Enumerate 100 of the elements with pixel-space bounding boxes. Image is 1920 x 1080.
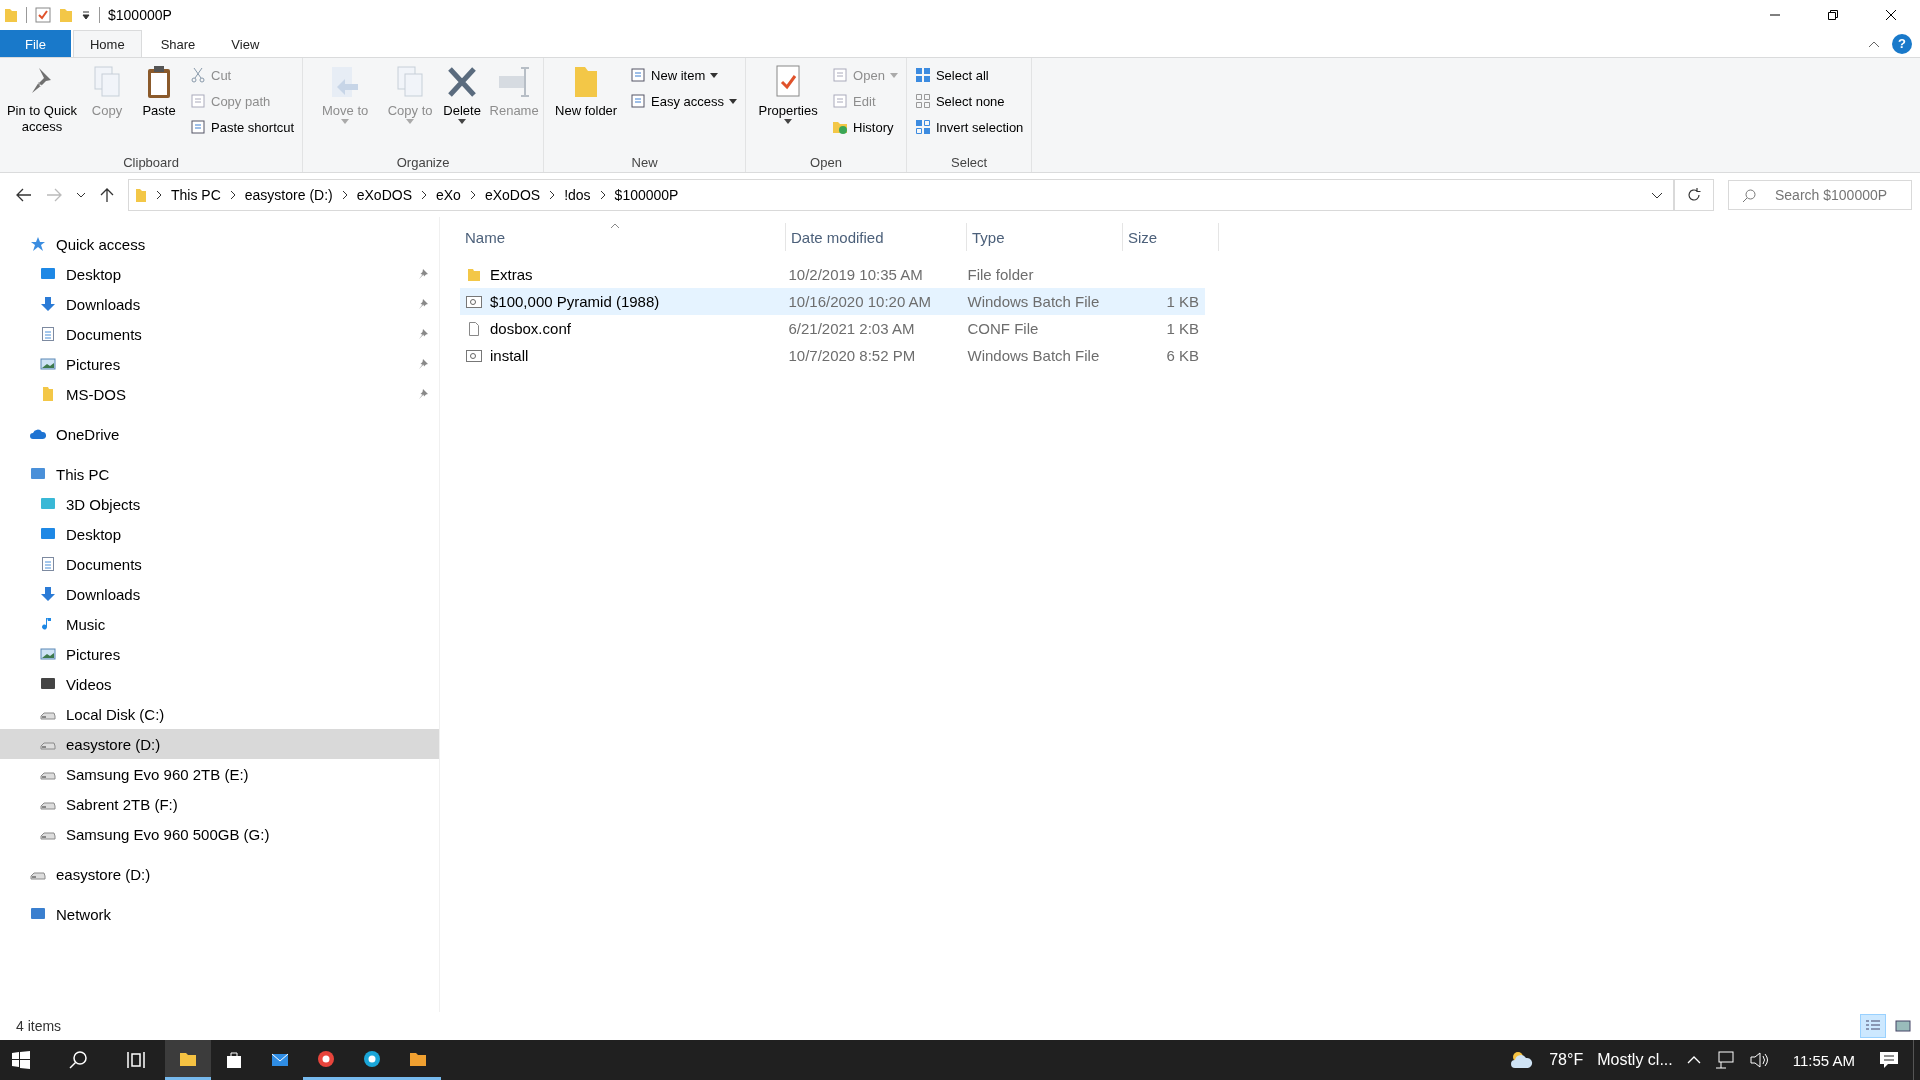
chevron-right-icon[interactable] (469, 190, 476, 200)
chevron-right-icon[interactable] (599, 190, 606, 200)
file-icon (466, 320, 482, 337)
file-row[interactable]: install 10/7/2020 8:52 PM Windows Batch File 6 KB (460, 342, 1205, 369)
nav-item[interactable]: Samsung Evo 960 2TB (E:) (0, 759, 439, 789)
nav-item[interactable]: Documents (0, 549, 439, 579)
weather-text[interactable]: Mostly cl... (1597, 1051, 1673, 1069)
new-item-icon (630, 67, 647, 83)
ribbon-button[interactable]: Delete (437, 62, 488, 155)
column-header[interactable]: Size (1123, 223, 1219, 251)
chevron-down-icon[interactable] (1651, 191, 1663, 199)
search-field[interactable]: Search $100000P (1728, 180, 1912, 210)
documents-icon (40, 556, 56, 572)
nav-item[interactable]: Documents (0, 319, 439, 349)
ribbon-button[interactable]: New item (630, 64, 738, 86)
ribbon-button[interactable]: Select none (914, 90, 1024, 112)
nav-item[interactable]: Downloads (0, 579, 439, 609)
ribbon-tab[interactable]: View (214, 30, 277, 57)
pin-icon[interactable] (417, 268, 429, 280)
pin-icon[interactable] (417, 358, 429, 370)
nav-item[interactable]: Quick access (0, 229, 439, 259)
nav-item[interactable]: Pictures (0, 639, 439, 669)
file-row[interactable]: Extras 10/2/2019 10:35 AM File folder (460, 261, 1205, 288)
task-view-icon[interactable] (126, 1050, 146, 1070)
file-row[interactable]: $100,000 Pyramid (1988) 10/16/2020 10:20 AM Windows Batch File 1 KB (460, 288, 1205, 315)
chevron-right-icon[interactable] (420, 190, 427, 200)
chevron-up-icon[interactable] (1686, 1056, 1701, 1064)
ribbon-button[interactable]: History (832, 116, 898, 138)
chevron-right-icon[interactable] (229, 190, 236, 200)
nav-item[interactable]: OneDrive (0, 419, 439, 449)
tile-icon (1895, 1019, 1911, 1033)
pin-icon[interactable] (417, 298, 429, 310)
file-row[interactable]: dosbox.conf 6/21/2021 2:03 AM CONF File 1 KB (460, 315, 1205, 342)
path-icon (190, 93, 206, 109)
nav-item[interactable]: Downloads (0, 289, 439, 319)
breadcrumb[interactable]: eXoDOS (484, 187, 541, 203)
nav-item[interactable]: easystore (D:) (0, 729, 439, 759)
breadcrumb[interactable]: This PC (171, 187, 221, 203)
windows-start-icon[interactable] (12, 1051, 30, 1069)
ribbon-button[interactable]: Paste (134, 62, 184, 155)
documents-icon (40, 326, 56, 342)
nav-item[interactable]: This PC (0, 459, 439, 489)
checkmark-icon[interactable] (35, 7, 51, 23)
ribbon-tab[interactable]: Home (72, 30, 142, 57)
collapse-ribbon-icon[interactable] (1868, 39, 1880, 48)
nav-item[interactable]: Desktop (0, 259, 439, 289)
select-all-icon (914, 67, 931, 83)
breadcrumb[interactable]: eXoDOS (356, 187, 412, 203)
breadcrumb[interactable]: eXo (435, 187, 461, 203)
ribbon-button[interactable]: Paste shortcut (190, 116, 295, 138)
ribbon-button[interactable]: Properties (750, 62, 827, 155)
refresh-button[interactable] (1674, 179, 1714, 211)
column-header[interactable]: Type (967, 223, 1123, 251)
nav-item[interactable]: Music (0, 609, 439, 639)
nav-item[interactable]: Network (0, 899, 439, 929)
ribbon-tab[interactable]: Share (143, 30, 213, 57)
nav-item[interactable]: 3D Objects (0, 489, 439, 519)
weather-temperature[interactable]: 78°F (1549, 1051, 1584, 1069)
column-header[interactable]: Name (460, 223, 786, 251)
ribbon-button[interactable]: Select all (914, 64, 1024, 86)
clock[interactable]: 11:55 AM (1792, 1051, 1855, 1069)
caret-icon (341, 119, 350, 124)
pin-icon[interactable] (417, 388, 429, 400)
breadcrumb[interactable]: easystore (D:) (244, 187, 333, 203)
gear-file-icon (466, 347, 482, 364)
notification-icon[interactable] (1879, 1051, 1899, 1069)
up-icon[interactable] (100, 187, 114, 203)
network-icon[interactable] (1714, 1051, 1735, 1069)
nav-item[interactable]: Pictures (0, 349, 439, 379)
nav-item[interactable]: Local Disk (C:) (0, 699, 439, 729)
pin-icon[interactable] (417, 328, 429, 340)
search-icon[interactable] (68, 1050, 88, 1070)
nav-item[interactable]: MS-DOS (0, 379, 439, 409)
ribbon-button[interactable]: Easy access (630, 90, 738, 112)
help-icon[interactable]: ? (1892, 33, 1912, 54)
nav-item[interactable]: Samsung Evo 960 500GB (G:) (0, 819, 439, 849)
nav-item[interactable]: easystore (D:) (0, 859, 439, 889)
date-cell-text: 10/2/2019 10:35 AM (787, 266, 924, 283)
breadcrumb[interactable]: !dos (564, 187, 591, 203)
chevron-right-icon[interactable] (341, 190, 348, 200)
column-header[interactable]: Date modified (786, 223, 967, 251)
circle-app-icon (316, 1048, 336, 1069)
back-icon[interactable] (16, 188, 32, 202)
address-bar[interactable]: This PC easystore (D:) eXoDOS eXo eXoDOS !dos $100000P (128, 179, 1674, 211)
nav-item[interactable]: Desktop (0, 519, 439, 549)
ribbon-button[interactable]: Pin to Quick access (4, 62, 80, 155)
chevron-right-icon[interactable] (549, 190, 556, 200)
ribbon-button[interactable]: Invert selection (914, 116, 1024, 138)
ribbon-button[interactable]: New folder (548, 62, 625, 155)
taskbar-app[interactable] (165, 1040, 211, 1080)
breadcrumb[interactable]: $100000P (614, 187, 679, 203)
restore-icon (1827, 9, 1839, 21)
date-cell-text: 6/21/2021 2:03 AM (787, 320, 916, 337)
nav-item[interactable]: Sabrent 2TB (F:) (0, 789, 439, 819)
nav-item[interactable]: Videos (0, 669, 439, 699)
file-tab[interactable]: File (0, 30, 71, 57)
volume-icon[interactable] (1748, 1051, 1769, 1069)
chevron-right-icon[interactable] (156, 190, 162, 200)
chevron-down-icon[interactable] (76, 192, 86, 198)
dropdown-icon[interactable] (81, 10, 91, 20)
